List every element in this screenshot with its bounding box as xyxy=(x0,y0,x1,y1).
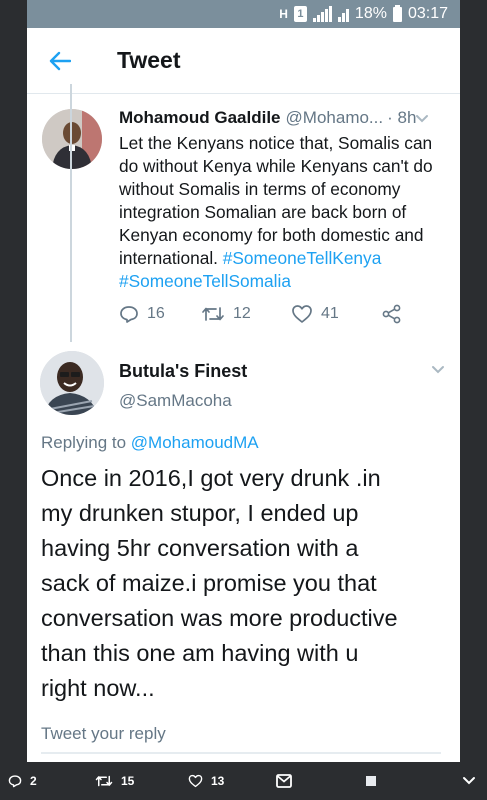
bottom-message-button[interactable] xyxy=(276,762,292,800)
author-name[interactable]: Mohamoud Gaaldile xyxy=(119,108,281,128)
reply-text-line: my drunken stupor, I ended up xyxy=(41,500,359,526)
envelope-icon xyxy=(276,774,292,788)
bottom-like-button[interactable]: 13 xyxy=(188,762,224,800)
bottom-reply-button[interactable]: 2 xyxy=(8,762,37,800)
tweet-text-line: Let the Kenyans notice that, Somalis can xyxy=(119,133,433,153)
arrow-left-icon xyxy=(49,51,71,70)
retweet-icon xyxy=(95,775,113,787)
reply-icon xyxy=(120,306,138,323)
bottom-like-count: 13 xyxy=(211,774,225,788)
heart-icon xyxy=(292,305,312,323)
tweet-text-line: Kenyan economy for both domestic and xyxy=(119,225,424,245)
status-time: 03:17 xyxy=(407,5,448,22)
square-icon xyxy=(366,776,376,786)
reply-text-line: Once in 2016,I got very drunk .in xyxy=(41,465,381,491)
reply-input[interactable]: Tweet your reply xyxy=(41,724,441,754)
battery-icon xyxy=(392,4,402,22)
tweet-time: · 8h xyxy=(387,108,417,127)
page-title: Tweet xyxy=(117,47,181,73)
reply-author-avatar[interactable] xyxy=(40,351,104,415)
person-avatar-icon xyxy=(40,351,104,415)
chevron-down-icon[interactable] xyxy=(431,365,445,375)
reply-button[interactable]: 16 xyxy=(119,304,201,324)
reply-text-line: having 5hr conversation with a xyxy=(41,535,359,561)
reply-author-handle[interactable]: @SamMacoha xyxy=(119,391,232,411)
tweet-text-line: #SomeoneTellSomalia xyxy=(119,270,454,293)
hashtag-link[interactable]: #SomeoneTellSomalia xyxy=(119,271,291,291)
reply-text-line: sack of maize.i promise you that xyxy=(41,570,377,596)
tweet-text-line-with-hashtag: international. #SomeoneTellKenya xyxy=(119,247,454,270)
like-button[interactable]: 41 xyxy=(291,304,381,324)
signal-strength-icon xyxy=(312,6,332,22)
retweet-button[interactable]: 12 xyxy=(201,305,291,323)
reply-count: 16 xyxy=(147,305,165,322)
author-handle[interactable]: @Mohamo... xyxy=(286,108,384,128)
replying-to-line: Replying to @MohamoudMA xyxy=(41,433,259,453)
sim-card-icon: 1 xyxy=(293,6,307,22)
tweet-text-fragment: international. xyxy=(119,248,218,268)
tweet-text-line: without Somalis in terms of economy xyxy=(119,179,401,199)
author-avatar[interactable] xyxy=(42,109,102,169)
signal-strength-2-icon xyxy=(337,6,349,22)
tweet-actions: 16 12 41 xyxy=(119,304,403,324)
tweet-text-line: integration Somalian are back born of xyxy=(119,202,407,222)
network-type-icon: H xyxy=(279,7,288,21)
tweet-header: Mohamoud Gaaldile @Mohamo... · 8h xyxy=(119,108,449,128)
status-bar: H 1 18% 03:17 xyxy=(27,0,460,28)
battery-percent: 18% xyxy=(354,5,387,22)
reply-text: Once in 2016,I got very drunk .in my dru… xyxy=(41,461,456,706)
bottom-reply-count: 2 xyxy=(30,774,37,788)
tweet-detail-screen: H 1 18% 03:17 Tweet Mohamoud Gaaldile @M… xyxy=(27,0,460,762)
original-tweet[interactable]: Mohamoud Gaaldile @Mohamo... · 8h Let th… xyxy=(27,96,460,336)
share-button[interactable] xyxy=(381,304,403,324)
tweet-text: Let the Kenyans notice that, Somalis can… xyxy=(119,132,454,293)
app-bar: Tweet xyxy=(27,28,460,94)
reply-author-name[interactable]: Butula's Finest xyxy=(119,361,247,382)
reply-icon xyxy=(8,775,22,788)
chevron-down-icon[interactable] xyxy=(415,114,429,124)
retweet-icon xyxy=(202,307,224,321)
hashtag-link[interactable]: #SomeoneTellKenya xyxy=(223,248,382,268)
bottom-retweet-button[interactable]: 15 xyxy=(95,762,134,800)
bottom-retweet-count: 15 xyxy=(121,774,135,788)
bottom-action-bar: 2 15 13 xyxy=(0,762,487,800)
reply-text-line: conversation was more productive xyxy=(41,605,398,631)
retweet-count: 12 xyxy=(233,305,251,322)
thread-connector xyxy=(70,84,72,342)
replying-to-label: Replying to xyxy=(41,433,127,452)
replying-to-mention[interactable]: @MohamoudMA xyxy=(131,433,259,452)
heart-icon xyxy=(188,774,203,788)
bottom-image-button[interactable] xyxy=(365,762,377,800)
person-avatar-icon xyxy=(42,109,102,169)
reply-text-line: than this one am having with u xyxy=(41,640,359,666)
back-button[interactable] xyxy=(33,34,87,88)
chevron-down-icon xyxy=(463,777,475,785)
like-count: 41 xyxy=(321,305,339,322)
tweet-text-line: do without Kenya while Kenyans can't do xyxy=(119,156,433,176)
share-icon xyxy=(382,304,401,324)
bottom-more-button[interactable] xyxy=(462,762,476,800)
reply-text-line: right now... xyxy=(41,675,155,701)
